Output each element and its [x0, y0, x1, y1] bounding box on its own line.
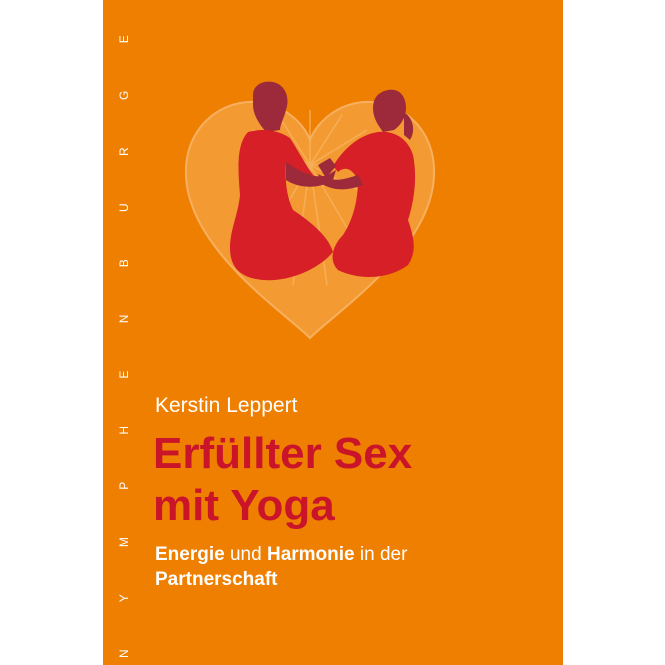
title-line-2: mit Yoga: [153, 481, 335, 530]
subtitle-line-1: Energie und Harmonie in der: [155, 542, 407, 567]
author-name: Kerstin Leppert: [155, 394, 298, 417]
subtitle-partnerschaft: Partnerschaft: [155, 569, 278, 590]
yoga-couple-heart-illustration: [184, 81, 436, 340]
publisher-name: N Y M P H E N B U R G E R: [117, 0, 131, 658]
subtitle-harmonie: Harmonie: [266, 544, 355, 565]
book-title: Erfüllter Sex mit Yoga: [153, 428, 412, 532]
book-subtitle: Energie und Harmonie in der Partnerschaf…: [155, 542, 407, 592]
publisher-spine: N Y M P H E N B U R G E R: [115, 0, 133, 658]
book-cover: N Y M P H E N B U R G E R Kerstin Lepper…: [103, 0, 563, 665]
title-line-1: Erfüllter Sex: [153, 429, 413, 478]
subtitle-in-der: in der: [354, 544, 408, 565]
page: N Y M P H E N B U R G E R Kerstin Lepper…: [0, 0, 665, 665]
subtitle-und: und: [224, 544, 267, 565]
subtitle-line-2: Partnerschaft: [155, 567, 407, 592]
subtitle-energie: Energie: [155, 544, 225, 565]
